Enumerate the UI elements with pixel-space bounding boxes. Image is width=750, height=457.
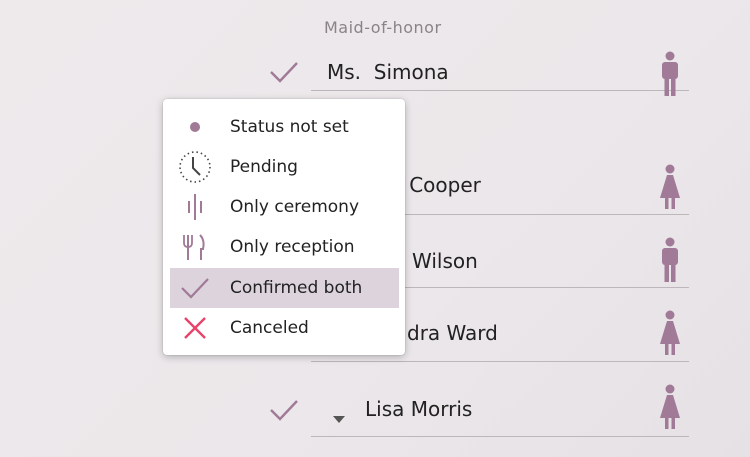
confirmed-check-icon[interactable]	[269, 398, 299, 422]
x-icon	[178, 311, 212, 345]
menu-item-status-not-set[interactable]: Status not set	[170, 107, 399, 147]
female-icon[interactable]	[659, 164, 681, 210]
check-icon	[178, 271, 212, 305]
guest-row[interactable]: Lisa Morris	[311, 384, 689, 437]
confirmed-check-icon[interactable]	[269, 60, 299, 84]
menu-item-label: Canceled	[230, 318, 309, 338]
menu-item-only-ceremony[interactable]: Only ceremony	[170, 187, 399, 227]
clock-icon	[178, 150, 212, 184]
dot-icon	[178, 110, 212, 144]
ceremony-icon	[178, 190, 212, 224]
menu-item-label: Confirmed both	[230, 278, 363, 298]
male-icon[interactable]	[659, 51, 681, 97]
menu-item-label: Only ceremony	[230, 197, 360, 217]
status-menu: Status not set Pending Only ceremony Onl…	[163, 99, 405, 355]
male-icon[interactable]	[659, 237, 681, 283]
expand-caret-icon[interactable]	[333, 416, 345, 423]
menu-item-label: Pending	[230, 157, 298, 177]
menu-item-confirmed-both[interactable]: Confirmed both	[170, 268, 399, 308]
female-icon[interactable]	[659, 384, 681, 430]
guest-name[interactable]: dra Ward	[407, 321, 498, 345]
menu-item-label: Status not set	[230, 117, 349, 137]
menu-item-canceled[interactable]: Canceled	[170, 308, 399, 348]
female-icon[interactable]	[659, 310, 681, 356]
menu-item-only-reception[interactable]: Only reception	[170, 227, 399, 267]
guest-row[interactable]: Ms. Simona	[311, 51, 689, 96]
section-title: Maid-of-honor	[324, 18, 442, 37]
fork-knife-icon	[178, 230, 212, 264]
guest-name[interactable]: Wilson	[412, 249, 478, 273]
guest-name[interactable]: Lisa Morris	[365, 397, 472, 421]
menu-item-label: Only reception	[230, 237, 355, 257]
guest-name[interactable]: Ms. Simona	[327, 60, 449, 84]
menu-item-pending[interactable]: Pending	[170, 147, 399, 187]
